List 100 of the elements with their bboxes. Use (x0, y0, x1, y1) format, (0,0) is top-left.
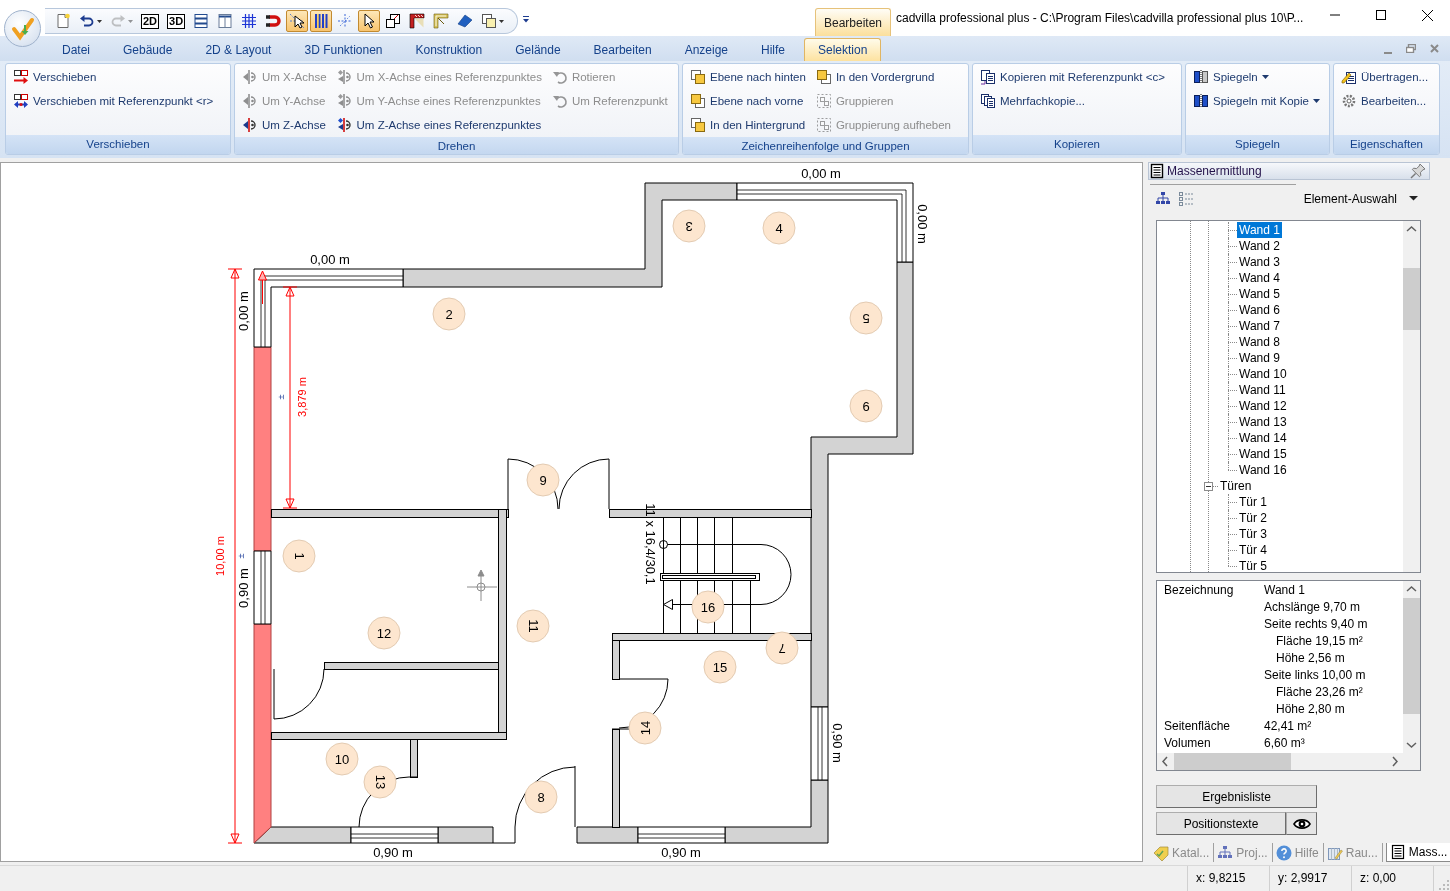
caret-icon (499, 19, 505, 23)
dimension-label: 0,90 m (829, 723, 845, 763)
tree-item[interactable]: Tür 3 (1237, 526, 1269, 542)
group-label: Spiegeln (1186, 135, 1329, 154)
crosshair-icon (466, 569, 498, 602)
ribbon-button[interactable]: Mehrfachkopie... (977, 89, 1168, 113)
tree-item[interactable]: Wand 2 (1237, 238, 1282, 254)
ribbon-button[interactable]: Um Z-Achse eines Referenzpunktes (333, 113, 545, 137)
ribbon-button[interactable]: Spiegeln (1190, 65, 1323, 89)
room-marker: 13 (363, 765, 397, 799)
move-arrow-icon (13, 69, 29, 85)
tree-item[interactable]: Wand 6 (1237, 302, 1282, 318)
ribbon-button[interactable]: Kopieren mit Referenzpunkt <c> (977, 65, 1168, 89)
dropdown-arrow-icon (1409, 196, 1418, 201)
door-swing (273, 668, 325, 720)
tree-item[interactable]: Tür 5 (1237, 558, 1269, 572)
tree-item[interactable]: Wand 13 (1237, 414, 1289, 430)
axis-rotation-icon (336, 69, 353, 85)
snap-cursor-button[interactable] (286, 10, 309, 32)
tree-item[interactable]: Wand 11 (1237, 382, 1288, 398)
scrollbar-thumb[interactable] (1174, 753, 1291, 770)
context-tab-label: Bearbeiten (815, 8, 891, 36)
group-label: Eigenschaften (1334, 135, 1439, 154)
ribbon-button[interactable]: Spiegeln mit Kopie (1190, 89, 1323, 113)
tree-item[interactable]: Wand 14 (1237, 430, 1289, 446)
ribbon-button[interactable]: In den Hintergrund (687, 113, 809, 137)
group-label: Kopieren (973, 135, 1181, 154)
menu-tab[interactable]: 3D Funktionen (290, 38, 397, 61)
collapse-icon[interactable] (1204, 482, 1213, 491)
panel-title: Massenermittlung (1167, 164, 1262, 178)
caret-icon (128, 19, 133, 23)
menu-tab[interactable]: Gelände (501, 38, 575, 61)
crosshair-icon (337, 13, 354, 29)
tree-item[interactable]: Wand 12 (1237, 398, 1289, 414)
tree-item[interactable]: Wand 8 (1237, 334, 1282, 350)
tree-item[interactable]: Wand 5 (1237, 286, 1282, 302)
caret-icon (1261, 75, 1269, 79)
ribbon-button[interactable]: Übertragen... (1338, 65, 1432, 89)
menu-tab[interactable]: Konstruktion (401, 38, 497, 61)
result-list-button[interactable]: Ergebnisliste (1156, 785, 1317, 808)
new-document-icon (55, 13, 71, 29)
ribbon-button[interactable]: Ebene nach hinten (687, 65, 809, 89)
panel-tab[interactable]: Mass... (1385, 843, 1450, 862)
copy-document-icon (980, 69, 996, 85)
tree-item[interactable]: Wand 16 (1237, 462, 1289, 478)
axis-rotation-icon (336, 93, 353, 109)
help-icon (1275, 844, 1292, 861)
tree-item[interactable]: Wand 15 (1237, 446, 1289, 462)
vertical-scrollbar[interactable] (1403, 221, 1420, 572)
layer-stack-icon (690, 69, 706, 85)
tree-item[interactable]: Tür 2 (1237, 510, 1269, 526)
element-filter-dropdown[interactable]: Element-Auswahl (1303, 191, 1418, 206)
select-button[interactable] (358, 10, 381, 32)
window-title: cadvilla professional plus - C:\Program Files\cadvilla professional plus 10\P... (895, 11, 1305, 25)
menu-tab[interactable]: Hilfe (747, 38, 799, 61)
tree-item[interactable]: Tür 4 (1237, 542, 1269, 558)
mirror-icon (1193, 93, 1209, 109)
customize-button[interactable] (522, 15, 531, 23)
position-texts-button[interactable]: Positionstexte (1156, 812, 1286, 835)
vertical-scrollbar[interactable] (1403, 581, 1420, 753)
scrollbar-thumb[interactable] (1403, 268, 1420, 330)
room-marker: 9 (526, 463, 560, 497)
tree-item[interactable]: Wand 7 (1237, 318, 1282, 334)
dimension-label: 0,90 m (661, 844, 701, 860)
ribbon-button[interactable]: Verschieben (10, 65, 217, 89)
tree-item[interactable]: Wand 3 (1237, 254, 1282, 270)
menu-tab[interactable]: Gebäude (109, 38, 187, 61)
property-value: Fläche 19,15 m² (1275, 633, 1364, 650)
copy-icon (481, 13, 498, 29)
tree-item[interactable]: Tür 1 (1237, 494, 1269, 510)
menu-tab[interactable]: 2D & Layout (191, 38, 286, 61)
list-icon (1178, 190, 1194, 207)
ribbon-button[interactable]: Um Z-Achse (239, 113, 330, 137)
visibility-button[interactable] (1286, 812, 1317, 835)
ribbon-button[interactable]: In den Vordergrund (812, 65, 954, 89)
property-value: Seite rechts 9,40 m (1264, 616, 1369, 633)
dimension-label: 0,90 m (373, 844, 413, 860)
room-marker: 16 (691, 590, 725, 624)
tree-item[interactable]: Türen (1218, 478, 1254, 494)
vertical-bars-button[interactable] (310, 10, 333, 32)
caret-icon (97, 19, 102, 23)
tree-item[interactable]: Wand 10 (1237, 366, 1289, 382)
ribbon-button[interactable]: Bearbeiten... (1338, 89, 1432, 113)
menu-tab[interactable]: Anzeige (670, 38, 742, 61)
tree-item[interactable]: Wand 9 (1237, 350, 1282, 366)
copy-document-icon (980, 93, 996, 109)
mirror-icon (1193, 69, 1209, 85)
ribbon-button[interactable]: Verschieben mit Referenzpunkt <r> (10, 89, 217, 113)
document-list-icon (1389, 844, 1406, 860)
dimension-label: 0,00 m (801, 165, 841, 181)
ribbon-button[interactable]: Ebene nach vorne (687, 89, 809, 113)
tree-item[interactable]: Wand 1 (1237, 222, 1282, 238)
close-icon (1429, 44, 1439, 53)
menu-tab[interactable]: Bearbeiten (579, 38, 666, 61)
scrollbar-thumb[interactable] (1403, 598, 1420, 714)
resize-grip-icon (1439, 880, 1449, 890)
menu-tab[interactable]: Selektion (804, 38, 882, 61)
room-marker: 5 (849, 301, 883, 335)
tree-item[interactable]: Wand 4 (1237, 270, 1282, 286)
menu-tab[interactable]: Datei (48, 38, 104, 61)
